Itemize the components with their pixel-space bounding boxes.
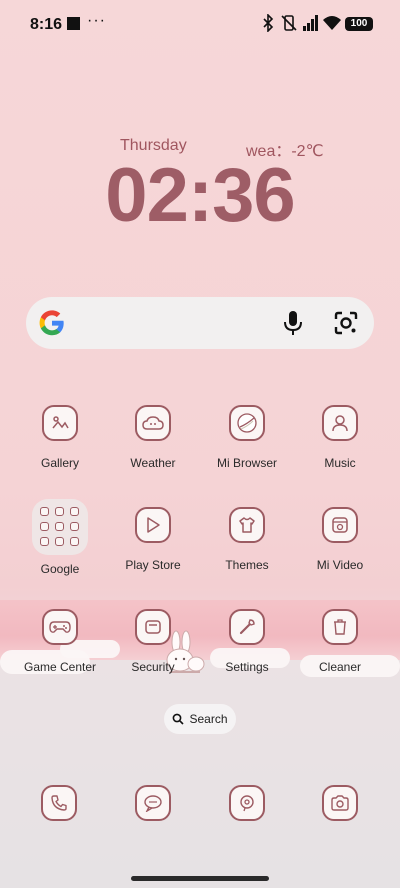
app-settings[interactable]: Settings <box>200 609 294 674</box>
messages-icon[interactable] <box>135 785 171 821</box>
app-cleaner[interactable]: Cleaner <box>293 609 387 674</box>
status-bar: 8:16 ··· 100 <box>0 0 400 48</box>
app-label: Security <box>131 660 175 674</box>
gallery-icon <box>42 405 78 441</box>
search-pill-label: Search <box>189 712 228 726</box>
battery-indicator: 100 <box>345 17 373 31</box>
app-search-pill[interactable]: Search <box>164 704 236 734</box>
app-label: Themes <box>225 558 269 572</box>
search-icon <box>173 713 185 725</box>
app-gallery[interactable]: Gallery <box>13 405 107 470</box>
app-mi-video[interactable]: Mi Video <box>293 507 387 572</box>
music-icon <box>322 405 358 441</box>
app-play-store[interactable]: Play Store <box>106 507 200 572</box>
signal-icon <box>303 15 318 31</box>
mic-icon[interactable] <box>283 310 303 336</box>
status-time: 8:16 <box>30 16 63 33</box>
bluetooth-icon <box>263 14 274 32</box>
more-notifications-icon: ··· <box>87 12 106 29</box>
notification-square-icon <box>67 17 80 30</box>
app-label: Settings <box>225 660 269 674</box>
app-label: Google <box>40 562 80 576</box>
play-store-icon <box>135 507 171 543</box>
phone-icon[interactable] <box>41 785 77 821</box>
game-center-icon <box>42 609 78 645</box>
lens-icon[interactable] <box>333 310 359 336</box>
app-security[interactable]: Security <box>106 609 200 674</box>
wifi-icon <box>323 16 341 30</box>
app-label: Gallery <box>40 456 79 470</box>
video-icon <box>322 507 358 543</box>
browser-icon <box>229 405 265 441</box>
app-label: Weather <box>130 456 176 470</box>
themes-icon <box>229 507 265 543</box>
wallpaper-shore <box>0 660 400 888</box>
app-music[interactable]: Music <box>293 405 387 470</box>
weather-icon <box>135 405 171 441</box>
app-label: Game Center <box>23 660 97 674</box>
app-label: Play Store <box>125 558 181 572</box>
app-label: Music <box>324 456 356 470</box>
vibrate-off-icon <box>281 15 297 31</box>
cleaner-icon <box>322 609 358 645</box>
app-themes[interactable]: Themes <box>200 507 294 572</box>
settings-icon <box>229 609 265 645</box>
folder-google[interactable]: Google <box>13 499 107 576</box>
clock-time: 02:36 <box>105 153 295 238</box>
google-search-bar[interactable] <box>26 297 374 349</box>
app-label: Mi Video <box>316 558 364 572</box>
google-g-icon <box>39 310 64 336</box>
app-game-center[interactable]: Game Center <box>13 609 107 674</box>
folder-icon <box>32 499 88 555</box>
app-weather[interactable]: Weather <box>106 405 200 470</box>
security-icon <box>135 609 171 645</box>
camera-icon[interactable] <box>322 785 358 821</box>
app-mi-browser[interactable]: Mi Browser <box>200 405 294 470</box>
chrome-icon[interactable] <box>229 785 265 821</box>
app-label: Cleaner <box>318 660 362 674</box>
gesture-handle[interactable] <box>131 876 269 881</box>
app-label: Mi Browser <box>216 456 277 470</box>
